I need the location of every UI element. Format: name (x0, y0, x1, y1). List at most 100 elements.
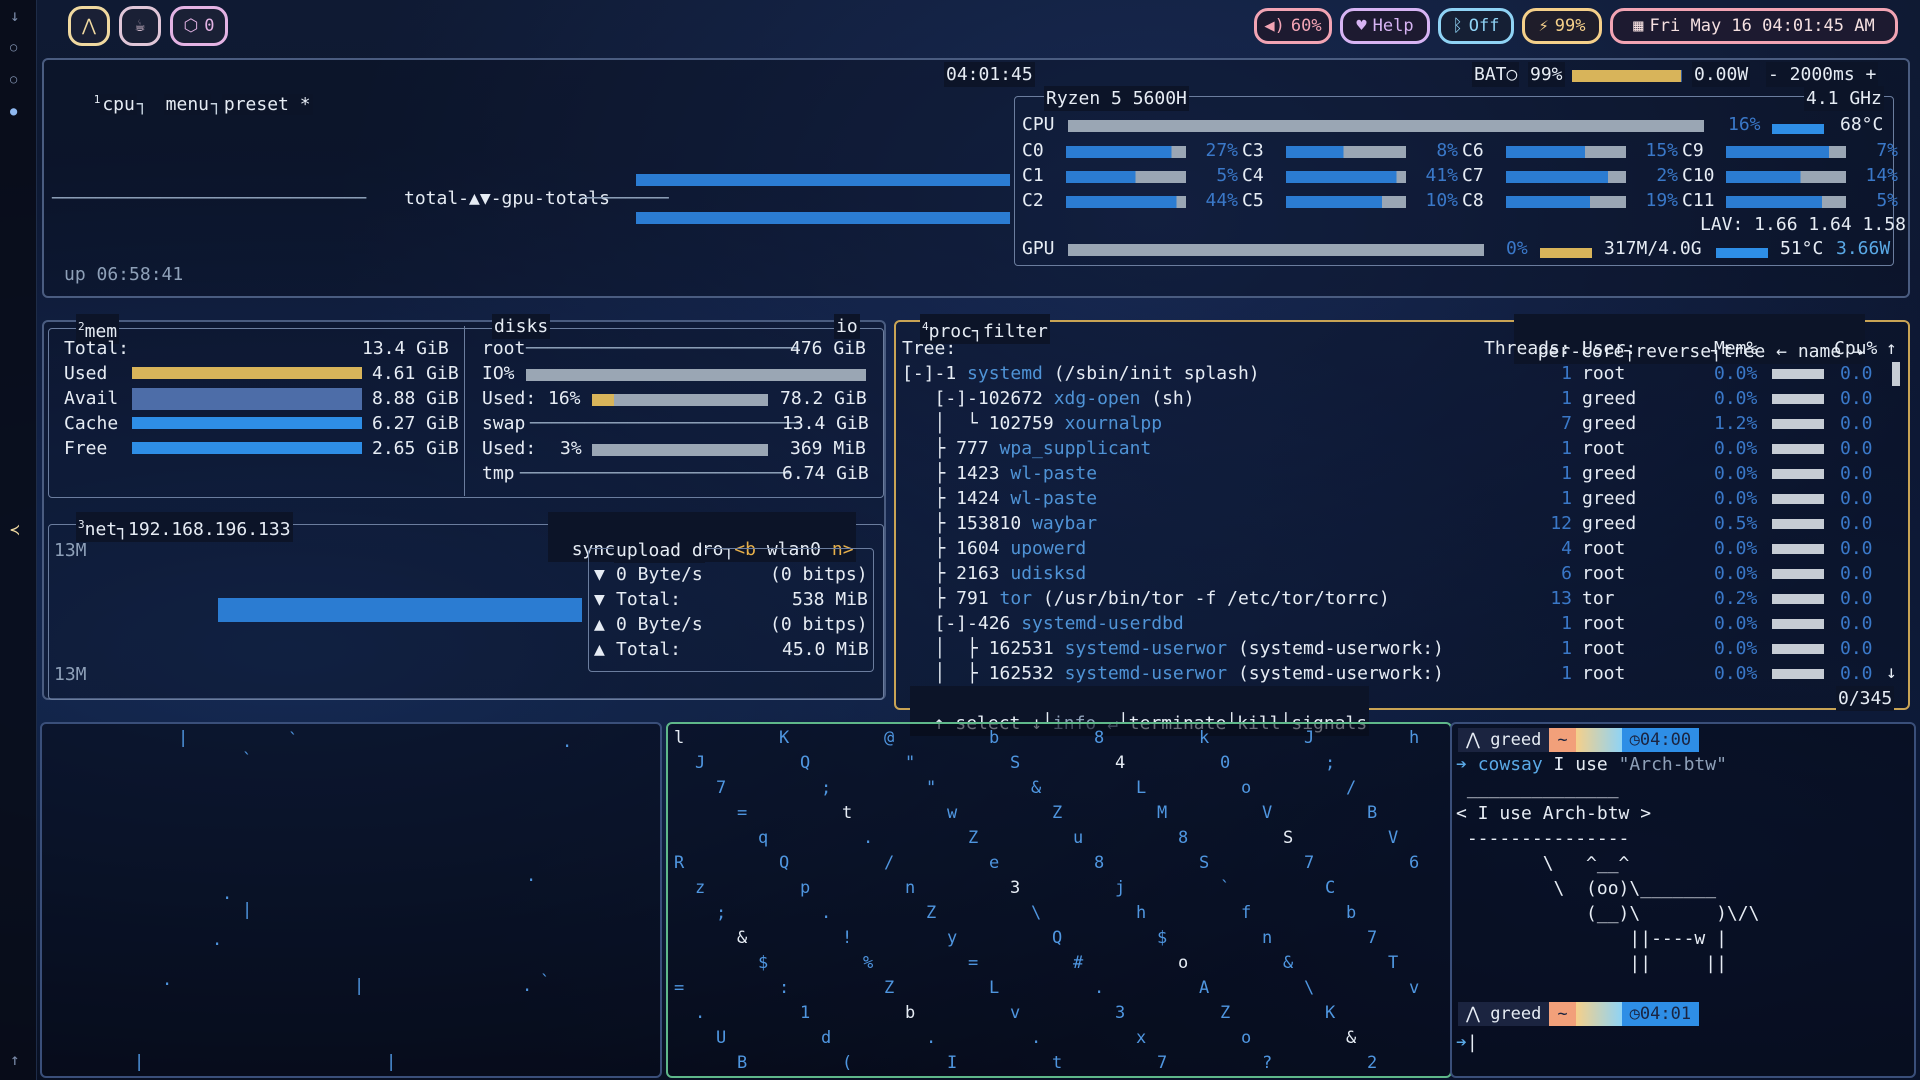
mem-free-label: Free (64, 438, 108, 459)
proc-name: xournalpp (1064, 413, 1163, 434)
proc-user: tor (1582, 588, 1615, 609)
dot-icon[interactable]: ○ (10, 72, 17, 86)
disk-root-used-label: Used: (482, 388, 537, 409)
battery-label: BAT○ (1472, 62, 1520, 87)
dot-icon[interactable]: ○ (10, 40, 17, 54)
proc-cpu: 0.0 (1840, 663, 1873, 684)
prompt-arrow-icon: ➔ (1456, 1032, 1467, 1053)
proc-reverse[interactable]: reverse (1635, 341, 1711, 362)
matrix-glyph: R (674, 853, 685, 873)
proc-mem-bar (1772, 619, 1824, 629)
dot-active-icon[interactable]: ● (10, 104, 17, 118)
matrix-glyph: 8 (1178, 828, 1189, 848)
tab-preset[interactable]: preset * (221, 94, 313, 115)
matrix-glyph: \ (1031, 903, 1042, 923)
scroll-down-icon[interactable]: ↓ (1886, 660, 1897, 685)
proc-header-cpu[interactable]: Cpu% (1834, 336, 1877, 361)
arch-icon: ⋀ (82, 16, 96, 36)
matrix-glyph: 6 (1409, 853, 1420, 873)
matrix-glyph: y (947, 928, 958, 948)
proc-scrollbar[interactable] (1892, 362, 1900, 386)
matrix-glyph: v (1010, 1003, 1021, 1023)
proc-cpu: 0.0 (1840, 438, 1873, 459)
proc-user: root (1582, 563, 1626, 584)
matrix-glyph: 1 (800, 1003, 811, 1023)
terminal-rain[interactable]: | `. `. | ... |. ` | | (40, 722, 662, 1078)
cpu-time: 04:01:45 (944, 62, 1035, 87)
prompt-sep (1575, 728, 1622, 752)
proc-mem-bar (1772, 594, 1824, 604)
chevron-left-icon[interactable]: ≺ (10, 520, 20, 539)
mem-total: 13.4 GiB (362, 338, 449, 359)
terminal-cowsay[interactable]: ⋀ greed ~ ◷ 04:00 ➔ cowsay I use "Arch-bt… (1450, 722, 1916, 1078)
proc-header-threads[interactable]: Threads: (1484, 336, 1571, 361)
scroll-up-icon[interactable]: ↑ (1886, 336, 1897, 361)
gpu-temp-bar (1716, 248, 1768, 258)
core-label-c2: C2 (1022, 190, 1044, 211)
net-title-text[interactable]: net (85, 519, 118, 540)
disk-root-used-fill (592, 394, 614, 406)
proc-mem-bar (1772, 519, 1824, 529)
matrix-glyph: f (1241, 903, 1252, 923)
proc-header-user[interactable]: User: (1582, 336, 1636, 361)
proc-threads: 1 (1561, 438, 1572, 459)
cpu-graph-upper (636, 174, 1010, 186)
disk-io-label: IO% (482, 363, 515, 384)
load-average: LAV: 1.66 1.64 1.58 (1700, 214, 1906, 235)
matrix-glyph: . (695, 1003, 706, 1023)
proc-user: greed (1582, 488, 1637, 509)
bluetooth-widget[interactable]: ᛒ Off (1438, 8, 1514, 44)
update-interval[interactable]: - 2000ms + (1766, 62, 1879, 87)
matrix-glyph: $ (1157, 928, 1168, 948)
net-title: 3net┐192.168.196.133 (76, 512, 293, 542)
mem-total-label: Total: (64, 338, 130, 359)
matrix-glyph: e (989, 853, 1000, 873)
proc-cmd: (/sbin/init splash) (1042, 363, 1260, 384)
clock-icon: ◷ (1629, 730, 1640, 750)
matrix-glyph: Z (884, 978, 895, 998)
proc-name: xdg-open (1053, 388, 1141, 409)
proc-header-mem[interactable]: Mem% (1714, 336, 1757, 361)
proc-cpu: 0.0 (1840, 613, 1873, 634)
mem-num: 2 (78, 320, 85, 333)
help-widget[interactable]: ♥ Help (1340, 8, 1430, 44)
matrix-glyph: C (1325, 878, 1336, 898)
tab-cpu[interactable]: cpu (100, 94, 137, 115)
net-ip: 192.168.196.133 (127, 519, 291, 540)
clock-icon: ◷ (1629, 1004, 1640, 1024)
proc-user: root (1582, 438, 1626, 459)
matrix-glyph: = (737, 803, 748, 823)
disk-swap-line: ───────────────────────── (530, 413, 801, 434)
matrix-glyph: w (947, 803, 958, 823)
proc-tree-prefix: ├ 1604 (902, 538, 1011, 559)
matrix-glyph: 7 (716, 778, 727, 798)
proc-cpu: 0.0 (1840, 588, 1873, 609)
gpu-power: 3.66W (1836, 238, 1891, 259)
workspace-arch[interactable]: ⋀ (68, 6, 110, 46)
proc-name: systemd (967, 363, 1043, 384)
matrix-glyph: ( (842, 1053, 853, 1073)
battery-widget[interactable]: ⚡ 99% (1522, 8, 1602, 44)
command-prog: cowsay (1477, 754, 1543, 775)
proc-mem: 0.0% (1714, 363, 1758, 384)
proc-tree-prefix: ├ 1424 (902, 488, 1011, 509)
workspace-coffee[interactable]: ☕ (119, 6, 161, 46)
cowsay-input[interactable]: ➔| (1456, 1030, 1478, 1055)
arrow-down-icon[interactable]: ↓ (10, 6, 20, 25)
disk-tmp-label: tmp (482, 463, 515, 484)
proc-tree-prefix: ├ 2163 (902, 563, 1011, 584)
arrow-up-icon[interactable]: ↑ (10, 1050, 20, 1069)
tab-menu[interactable]: menu (163, 94, 212, 115)
proc-name: wl-paste (1010, 488, 1098, 509)
volume-widget[interactable]: ◀) 60% (1254, 8, 1332, 44)
proc-mem: 0.0% (1714, 438, 1758, 459)
clock-widget[interactable]: ▦ Fri May 16 04:01:45 AM (1610, 8, 1898, 44)
terminal-matrix[interactable]: l K @ b 8 k Jh J Q " S 4 0; 7; " & Lo / = t w Z M V Bq. Zu 8 S V R Q / e… (666, 722, 1452, 1078)
proc-filter[interactable]: filter (983, 321, 1048, 342)
proc-mem: 0.0% (1714, 563, 1758, 584)
matrix-glyph: ; (821, 778, 832, 798)
gpu-mem: 317M/4.0G (1604, 238, 1702, 259)
core-label-c0: C0 (1022, 140, 1044, 161)
proc-mem: 0.0% (1714, 613, 1758, 634)
workspace-cube[interactable]: ⬡ 0 (170, 6, 228, 46)
